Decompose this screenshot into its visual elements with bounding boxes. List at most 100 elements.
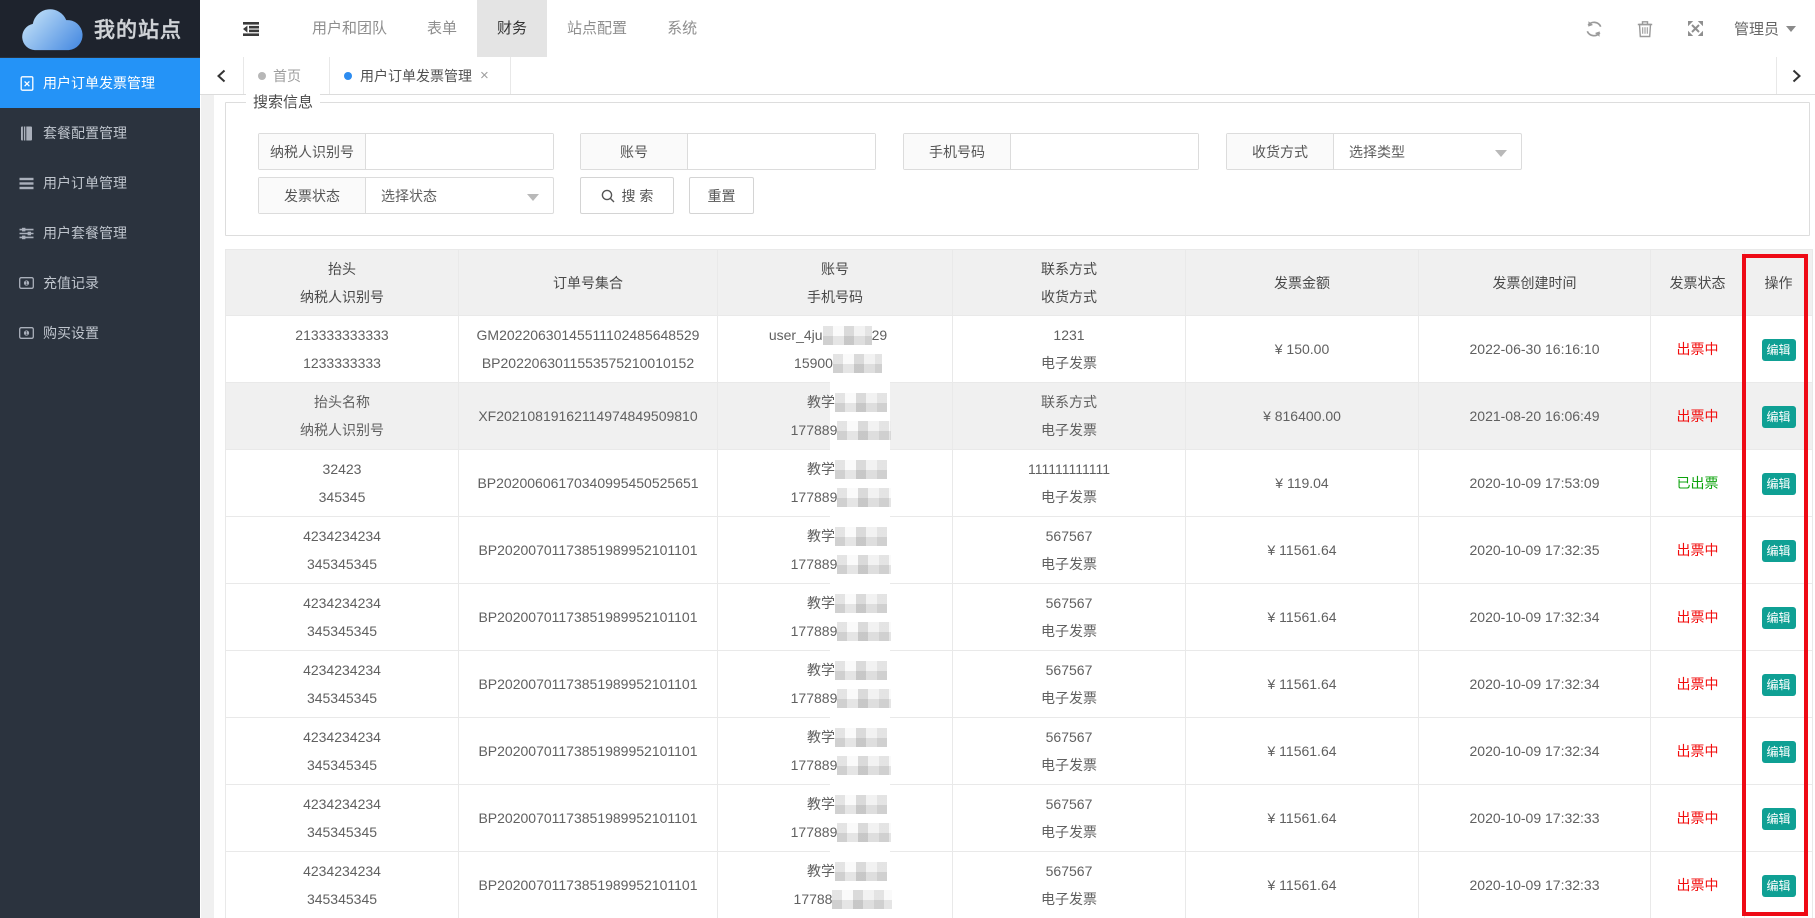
edit-button[interactable]: 编辑 [1762, 473, 1796, 495]
sidebar-item-label: 套餐配置管理 [43, 123, 127, 143]
account-input[interactable] [688, 134, 875, 169]
caret-down-icon[interactable] [1786, 26, 1796, 32]
censor-mosaic [837, 823, 891, 842]
edit-button[interactable]: 编辑 [1762, 540, 1796, 562]
cell-action: 编辑 [1745, 718, 1813, 785]
edit-button[interactable]: 编辑 [1762, 875, 1796, 897]
cell-amount-text: ¥ 119.04 [1186, 469, 1418, 497]
taxpayer-id-input[interactable] [366, 134, 553, 169]
cell-orders-text: XF20210819162114974849509810 [459, 402, 717, 430]
cell-created-text: 2020-10-09 17:53:09 [1419, 469, 1650, 497]
cell-contact: 111111111111电子发票 [953, 450, 1186, 517]
tab-close-icon[interactable]: × [480, 68, 489, 83]
top-menu-system[interactable]: 系统 [647, 0, 717, 57]
column-header-text: 发票状态 [1651, 269, 1744, 297]
cell-action-inner: 编辑 [1745, 603, 1812, 631]
phone-input[interactable] [1011, 134, 1198, 169]
censored-line: user_4ju29 [711, 321, 945, 349]
cell-account-text: user_4ju2915900 [718, 321, 952, 377]
top-menu-users-teams[interactable]: 用户和团队 [292, 0, 407, 57]
tabs-scroll-left-button[interactable] [200, 57, 244, 94]
cell-created: 2020-10-09 17:32:33 [1419, 852, 1651, 918]
edit-button[interactable]: 编辑 [1762, 674, 1796, 696]
sidebar-item-purchase-settings[interactable]: 1 购买设置 [0, 308, 200, 358]
fullscreen-icon[interactable] [1687, 20, 1705, 38]
cell-status: 出票中 [1651, 651, 1745, 718]
invoice-status-select[interactable]: 选择状态 [366, 178, 553, 213]
cell-action: 编辑 [1745, 517, 1813, 584]
tabs-scroll-right-button[interactable] [1776, 57, 1815, 94]
reset-button[interactable]: 重置 [689, 177, 754, 214]
cell-account: 教学177889 [718, 584, 953, 651]
sidebar-item-invoice-management[interactable]: 用户订单发票管理 [0, 58, 200, 108]
taxpayer-id-field: 纳税人识别号 [258, 133, 554, 170]
censor-mosaic [835, 661, 887, 680]
search-button[interactable]: 搜 索 [580, 177, 674, 214]
censored-line: 教学 [730, 455, 964, 483]
cell-status: 出票中 [1651, 785, 1745, 852]
censor-mosaic [835, 728, 887, 747]
phone-field: 手机号码 [903, 133, 1199, 170]
top-menu-forms[interactable]: 表单 [407, 0, 477, 57]
edit-button[interactable]: 编辑 [1762, 741, 1796, 763]
hamburger-icon[interactable] [242, 22, 259, 36]
cell-action: 编辑 [1745, 785, 1813, 852]
cell-created-text: 2020-10-09 17:32:34 [1419, 670, 1650, 698]
trash-icon[interactable] [1636, 20, 1654, 38]
main-area: 用户和团队 表单 财务 站点配置 系统 [200, 0, 1815, 918]
cell-status: 出票中 [1651, 316, 1745, 383]
censor-mosaic [837, 555, 891, 574]
cell-account: 教学177889 [718, 785, 953, 852]
edit-button[interactable]: 编辑 [1762, 607, 1796, 629]
sidebar-item-package-config[interactable]: 套餐配置管理 [0, 108, 200, 158]
column-header: 发票创建时间 [1419, 250, 1651, 316]
cell-created-text: 2020-10-09 17:32:35 [1419, 536, 1650, 564]
sidebar-item-order-management[interactable]: 用户订单管理 [0, 158, 200, 208]
table-row: 4234234234345345345BP2020070117385198995… [226, 651, 1813, 718]
delivery-method-select[interactable]: 选择类型 [1334, 134, 1521, 169]
censored-line: 教学 [730, 656, 964, 684]
chevron-down-icon [1495, 150, 1507, 157]
cell-contact-text: 567567电子发票 [953, 589, 1185, 645]
sidebar-item-label: 用户订单管理 [43, 173, 127, 193]
column-header-text: 订单号集合 [459, 269, 717, 297]
cell-contact: 567567电子发票 [953, 718, 1186, 785]
delivery-method-field: 收货方式 选择类型 [1226, 133, 1522, 170]
cell-status: 出票中 [1651, 517, 1745, 584]
cell-orders-text: BP20200701173851989952101101 [459, 871, 717, 899]
tab-dot [344, 72, 352, 80]
search-panel: 搜索信息 纳税人识别号 账号 手机号码 收货方式 选择类型 [225, 102, 1810, 236]
field-label: 纳税人识别号 [259, 134, 366, 169]
edit-button[interactable]: 编辑 [1762, 339, 1796, 361]
cloud-icon [20, 7, 83, 51]
status-badge: 出票中 [1651, 804, 1744, 832]
column-header: 联系方式收货方式 [953, 250, 1186, 316]
cell-contact-text: 567567电子发票 [953, 522, 1185, 578]
sidebar-item-user-package[interactable]: 用户套餐管理 [0, 208, 200, 258]
cell-action-inner: 编辑 [1745, 402, 1812, 430]
admin-dropdown[interactable]: 管理员 [1734, 18, 1779, 39]
tab-home[interactable]: 首页 [244, 57, 330, 94]
edit-button[interactable]: 编辑 [1762, 406, 1796, 428]
cell-contact-text: 567567电子发票 [953, 790, 1185, 846]
refresh-icon[interactable] [1585, 20, 1603, 38]
cell-created: 2022-06-30 16:16:10 [1419, 316, 1651, 383]
censored-line: 177889 [724, 818, 958, 846]
top-menu-site-config[interactable]: 站点配置 [547, 0, 647, 57]
cell-created: 2020-10-09 17:32:34 [1419, 718, 1651, 785]
sidebar-item-recharge-records[interactable]: 1 充值记录 [0, 258, 200, 308]
cell-title: 2133333333331233333333 [226, 316, 459, 383]
top-menu-finance[interactable]: 财务 [477, 0, 547, 57]
cell-orders-text: BP20200701173851989952101101 [459, 670, 717, 698]
cell-contact-text: 567567电子发票 [953, 656, 1185, 712]
tab-invoice-management[interactable]: 用户订单发票管理 × [330, 57, 511, 94]
censored-line: 教学 [730, 857, 964, 885]
censor-mosaic [837, 488, 891, 507]
table-row: 抬头名称纳税人识别号XF20210819162114974849509810教学… [226, 383, 1813, 450]
cell-account-text: 教学177889 [718, 522, 952, 578]
chevron-down-icon [527, 194, 539, 201]
status-badge: 出票中 [1651, 871, 1744, 899]
field-label: 发票状态 [259, 178, 366, 213]
edit-button[interactable]: 编辑 [1762, 808, 1796, 830]
sidebar-item-label: 购买设置 [43, 323, 99, 343]
